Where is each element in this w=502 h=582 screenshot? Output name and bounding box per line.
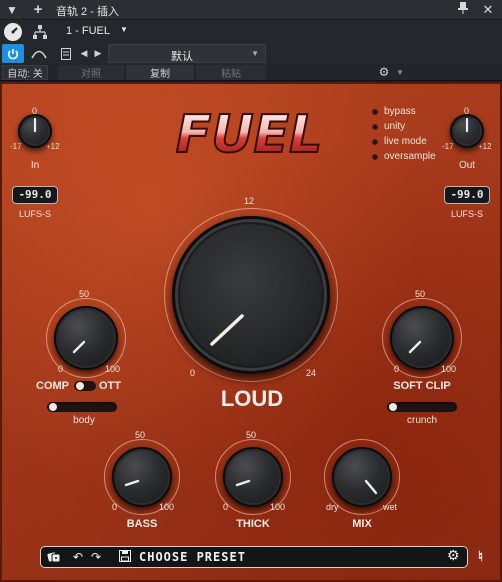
thick-label: THICK [236,518,270,530]
gear-icon[interactable]: ⚙ [447,548,460,562]
redo-icon[interactable]: ↷ [91,550,101,564]
dice-icon[interactable] [47,550,61,567]
loud-knob[interactable] [172,216,330,374]
slider-handle[interactable] [49,403,57,411]
window-title: 音轨 2 - 插入 [56,6,119,18]
toggle-knob [76,382,84,390]
preset-file-icon[interactable] [58,45,74,62]
mix-label: MIX [352,518,372,530]
preset-dropdown[interactable]: 默认 ▼ [108,44,266,63]
in-label: In [30,160,40,171]
comp-label: COMP [36,380,69,392]
led-indicator [372,108,378,115]
out-label: Out [458,160,476,171]
out-lufs-meter: -99.0 [444,186,490,204]
undo-icon[interactable]: ↶ [73,550,83,564]
in-lufs-label: LUFS-S [18,209,51,219]
bass-knob[interactable] [112,447,172,507]
thick-knob[interactable] [223,447,283,507]
gear-icon[interactable]: ⚙ [376,64,392,80]
comp-knob[interactable] [54,306,118,370]
mix-knob[interactable] [332,447,392,507]
loud-tick-max: 24 [306,368,317,378]
crunch-label: crunch [406,415,437,426]
mix-tick-min: dry [326,502,339,512]
pin-icon[interactable] [455,2,471,18]
plugin-selector[interactable]: 1 - FUEL ▼ [58,21,136,42]
loud-label: LOUD [220,386,284,411]
thick-tick-min: 0 [223,502,229,512]
fuel-plugin-panel: FUEL bypass unity live mode oversample 0… [0,82,502,582]
option-bypass[interactable]: bypass [372,106,416,117]
close-icon[interactable]: ✕ [480,2,496,18]
option-label: unity [384,121,406,132]
paste-button[interactable]: 粘贴 [196,65,266,80]
automation-icon[interactable] [28,44,50,63]
fuel-logo-text: FUEL [176,105,322,164]
in-knob[interactable] [18,114,52,148]
window-titlebar: ▼ + 音轨 2 - 插入 ✕ [0,0,502,20]
body-slider[interactable] [47,402,117,412]
chevron-down-icon[interactable]: ▼ [394,64,406,80]
routing-icon[interactable] [30,23,50,41]
loud-tick-min: 0 [190,368,196,378]
ott-label: OTT [99,380,121,392]
comp-tick-min: 0 [58,364,64,374]
prev-preset-icon[interactable]: ◀ [78,45,90,62]
out-knob[interactable] [450,114,484,148]
crunch-slider[interactable] [387,402,457,412]
bass-tick-min: 0 [112,502,118,512]
plugin-selector-label: 1 - FUEL [66,25,111,37]
option-label: bypass [384,106,416,117]
comp-tick-max: 100 [105,364,121,374]
body-label: body [73,415,95,426]
led-indicator [372,138,378,145]
next-preset-icon[interactable]: ▶ [92,45,104,62]
preset-bar: ↶ ↷ CHOOSE PRESET ⚙ [40,546,468,568]
option-label: live mode [384,136,427,147]
slider-handle[interactable] [389,403,397,411]
option-label: oversample [384,151,436,162]
choose-preset-button[interactable]: CHOOSE PRESET [139,550,246,564]
fuel-logo: FUEL [154,102,344,166]
copy-button[interactable]: 复制 [126,65,194,80]
loud-tick-top: 12 [244,196,255,206]
preset-name: 默认 [171,51,193,63]
softclip-label: SOFT CLIP [393,380,451,392]
power-icon[interactable] [2,44,24,63]
brand-mark-icon[interactable]: ♮ [478,548,483,565]
option-unity[interactable]: unity [372,121,405,132]
option-oversample[interactable]: oversample [372,151,436,162]
out-lufs-label: LUFS-S [450,209,483,219]
option-live-mode[interactable]: live mode [372,136,427,147]
bass-tick-max: 100 [159,502,175,512]
auto-off-button[interactable]: 自动: 关 [2,65,48,80]
comp-ott-toggle[interactable] [74,381,96,391]
save-icon[interactable] [119,550,131,565]
thick-tick-max: 100 [270,502,286,512]
led-indicator [372,153,378,160]
bass-label: BASS [126,518,158,530]
compare-row: 自动: 关 对照 复制 粘贴 ⚙ ▼ [0,64,502,81]
in-lufs-meter: -99.0 [12,186,58,204]
preset-row: ◀ ▶ 默认 ▼ [0,43,502,64]
power-icon[interactable] [4,23,22,41]
compare-button[interactable]: 对照 [58,65,124,80]
softclip-tick-min: 0 [394,364,400,374]
softclip-knob[interactable] [390,306,454,370]
chevron-down-icon: ▼ [251,49,259,58]
triangle-down-icon[interactable]: ▼ [4,2,20,18]
chevron-down-icon: ▼ [120,25,128,34]
mix-tick-max: wet [383,502,398,512]
led-indicator [372,123,378,130]
softclip-tick-max: 100 [441,364,457,374]
plugin-header-row: 1 - FUEL ▼ [0,20,502,43]
plus-icon[interactable]: + [30,2,46,18]
